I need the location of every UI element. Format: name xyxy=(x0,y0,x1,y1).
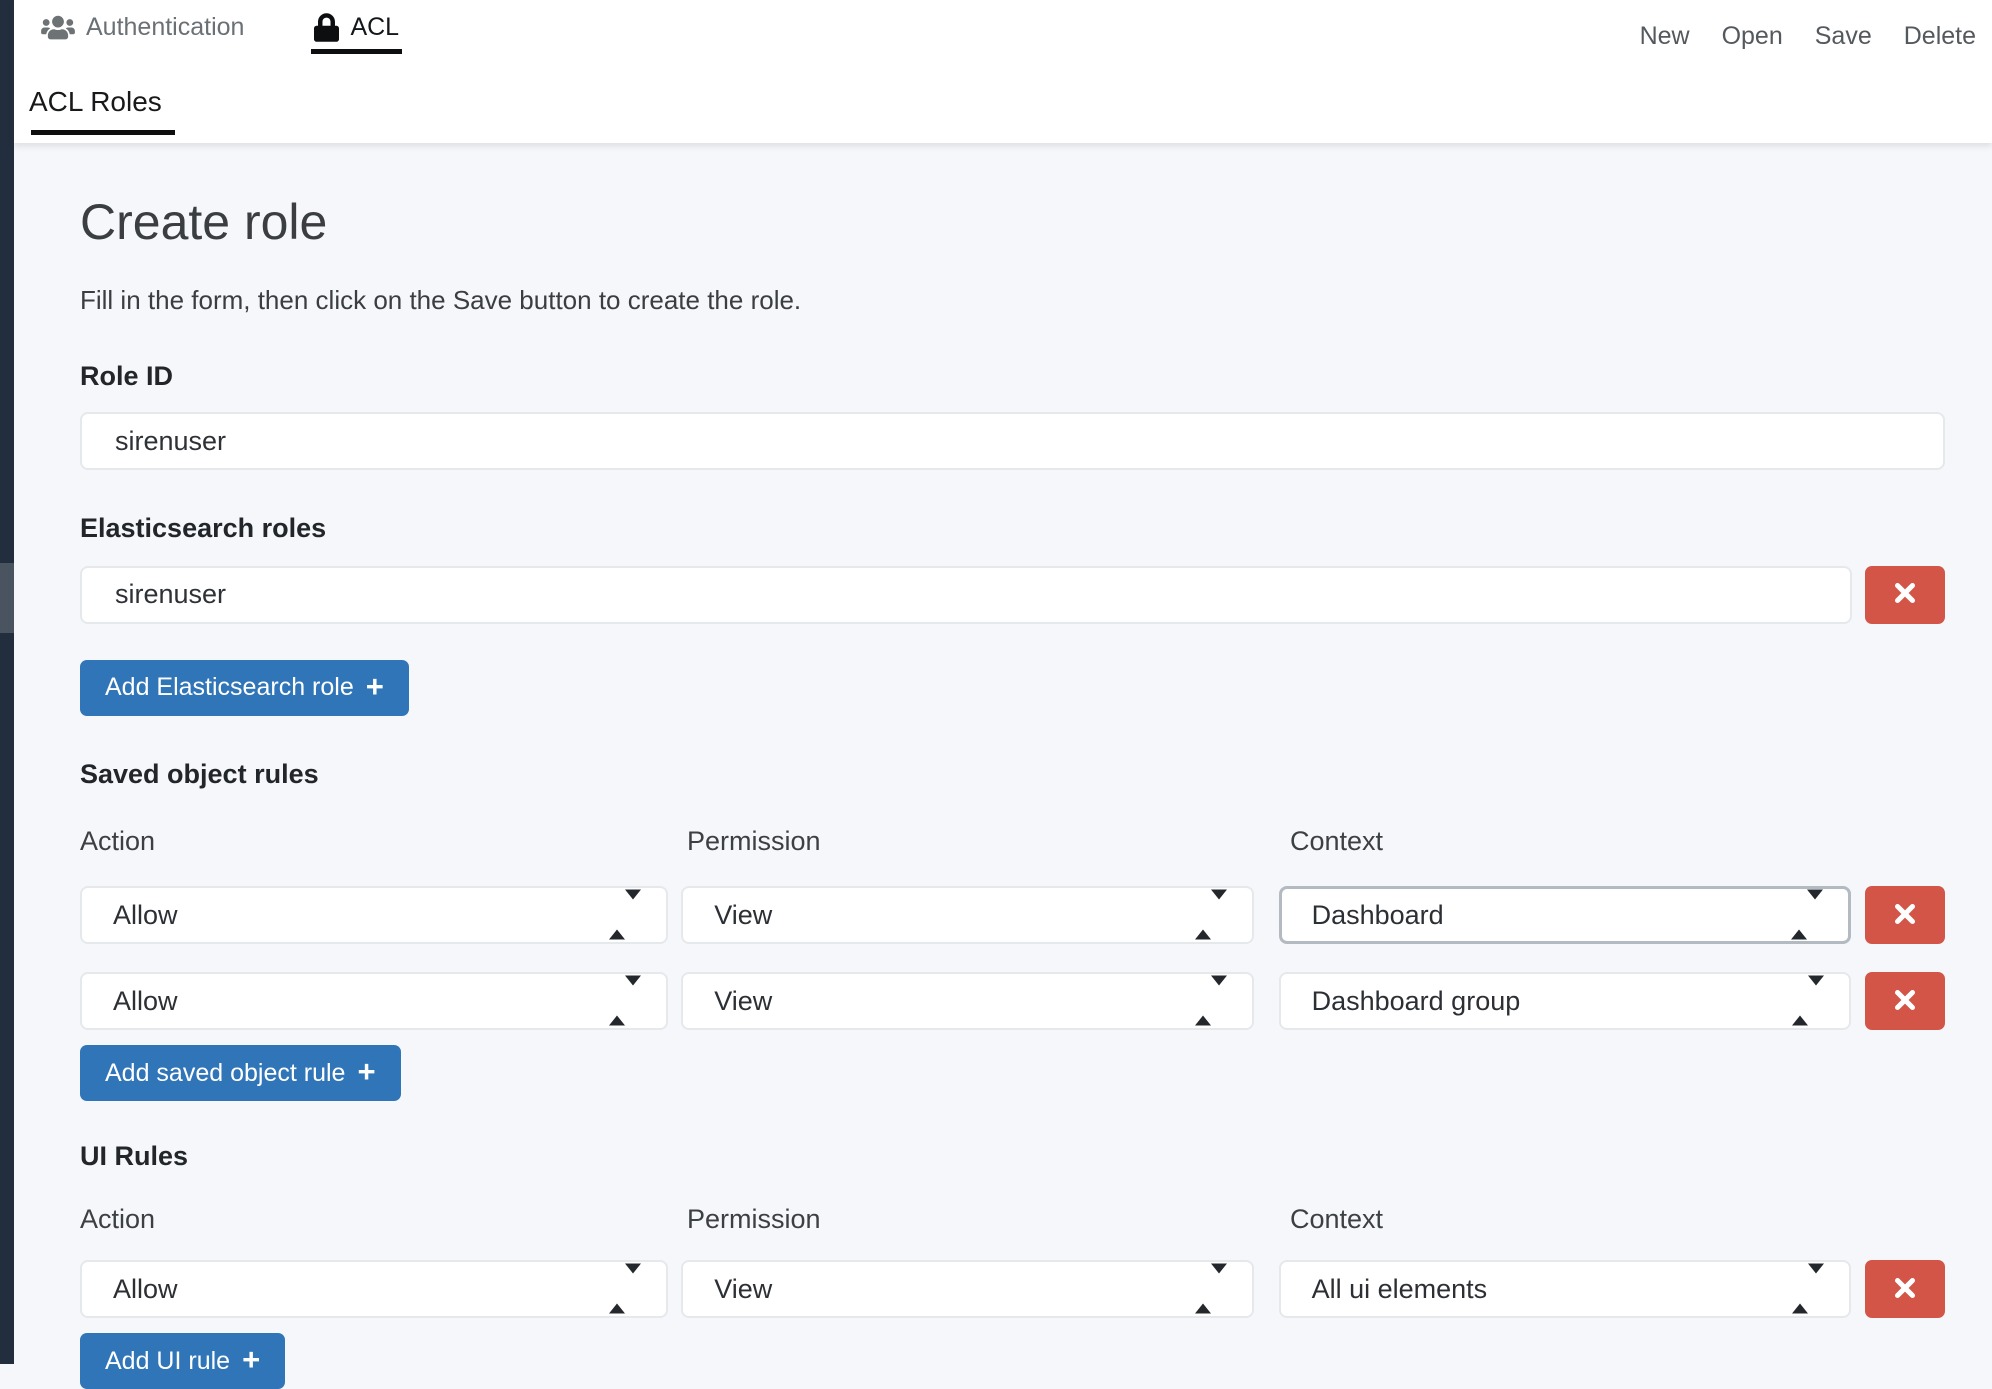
select-value: Allow xyxy=(113,900,178,931)
main-panel: Authentication ACL New Open Save Delete … xyxy=(14,0,1992,1364)
select-value: View xyxy=(714,1274,772,1305)
select-value: Dashboard xyxy=(1312,900,1444,931)
sidebar-scrollbar-thumb[interactable] xyxy=(0,563,14,633)
updown-arrows-icon xyxy=(1195,986,1227,1017)
saved-object-rules-label: Saved object rules xyxy=(80,758,1945,790)
action-select[interactable]: Allow xyxy=(80,1260,668,1318)
x-icon xyxy=(1894,989,1916,1014)
updown-arrows-icon xyxy=(609,986,641,1017)
role-id-input[interactable] xyxy=(80,412,1945,470)
updown-arrows-icon xyxy=(1195,1274,1227,1305)
x-icon xyxy=(1894,582,1916,607)
context-column-label: Context xyxy=(1290,1203,1945,1235)
tab-acl-roles[interactable]: ACL Roles xyxy=(29,86,170,135)
context-select[interactable]: Dashboard xyxy=(1279,886,1851,944)
tab-label: ACL xyxy=(350,13,399,42)
role-id-label: Role ID xyxy=(80,360,1945,392)
x-icon xyxy=(1894,903,1916,928)
updown-arrows-icon xyxy=(609,1274,641,1305)
save-button[interactable]: Save xyxy=(1815,21,1872,51)
button-label: Add UI rule xyxy=(105,1349,230,1374)
tab-authentication[interactable]: Authentication xyxy=(38,0,247,55)
context-column-label: Context xyxy=(1290,825,1945,857)
updown-arrows-icon xyxy=(1792,986,1824,1017)
x-icon xyxy=(1894,1277,1916,1302)
page-title: Create role xyxy=(80,192,1945,252)
users-icon xyxy=(41,14,75,41)
select-value: View xyxy=(714,986,772,1017)
saved-object-rule-row: Allow View Dashboard xyxy=(80,886,1945,944)
saved-object-rules-column-headers: Action Permission Context xyxy=(80,825,1945,857)
delete-button[interactable]: Delete xyxy=(1904,21,1976,51)
permission-select[interactable]: View xyxy=(681,886,1253,944)
context-select[interactable]: All ui elements xyxy=(1279,1260,1851,1318)
ui-rules-column-headers: Action Permission Context xyxy=(80,1203,1945,1235)
open-button[interactable]: Open xyxy=(1722,21,1783,51)
lock-icon xyxy=(314,13,339,42)
select-value: Allow xyxy=(113,1274,178,1305)
add-elasticsearch-role-button[interactable]: Add Elasticsearch role + xyxy=(80,660,409,716)
context-select[interactable]: Dashboard group xyxy=(1279,972,1851,1030)
remove-rule-button[interactable] xyxy=(1865,1260,1945,1318)
updown-arrows-icon xyxy=(1792,1274,1824,1305)
action-column-label: Action xyxy=(80,825,687,857)
updown-arrows-icon xyxy=(1791,900,1823,931)
header-tabs: Authentication ACL New Open Save Delete xyxy=(14,0,1992,55)
tab-acl[interactable]: ACL xyxy=(311,0,402,55)
updown-arrows-icon xyxy=(1195,900,1227,931)
updown-arrows-icon xyxy=(609,900,641,931)
button-label: Add saved object rule xyxy=(105,1061,345,1086)
saved-object-rule-row: Allow View Dashboard group xyxy=(80,972,1945,1030)
remove-rule-button[interactable] xyxy=(1865,972,1945,1030)
button-label: Add Elasticsearch role xyxy=(105,675,354,700)
select-value: Allow xyxy=(113,986,178,1017)
subtabs: ACL Roles xyxy=(14,55,1992,135)
add-ui-rule-button[interactable]: Add UI rule + xyxy=(80,1333,285,1389)
tab-label: Authentication xyxy=(86,13,244,42)
select-value: View xyxy=(714,900,772,931)
add-saved-object-rule-button[interactable]: Add saved object rule + xyxy=(80,1045,401,1101)
elasticsearch-role-row xyxy=(80,566,1945,624)
remove-rule-button[interactable] xyxy=(1865,886,1945,944)
action-column-label: Action xyxy=(80,1203,687,1235)
header-actions: New Open Save Delete xyxy=(1640,0,1992,55)
create-role-page: Create role Fill in the form, then click… xyxy=(14,143,1992,1389)
ui-rule-row: Allow View All ui elements xyxy=(80,1260,1945,1318)
elasticsearch-role-input[interactable] xyxy=(80,566,1852,624)
permission-column-label: Permission xyxy=(687,825,1290,857)
select-value: All ui elements xyxy=(1312,1274,1488,1305)
select-value: Dashboard group xyxy=(1312,986,1521,1017)
action-select[interactable]: Allow xyxy=(80,972,668,1030)
ui-rules-label: UI Rules xyxy=(80,1140,1945,1172)
elasticsearch-roles-label: Elasticsearch roles xyxy=(80,512,1945,544)
new-button[interactable]: New xyxy=(1640,21,1690,51)
permission-column-label: Permission xyxy=(687,1203,1290,1235)
remove-elasticsearch-role-button[interactable] xyxy=(1865,566,1945,624)
permission-select[interactable]: View xyxy=(681,972,1253,1030)
permission-select[interactable]: View xyxy=(681,1260,1253,1318)
page-description: Fill in the form, then click on the Save… xyxy=(80,284,1945,318)
collapsed-sidebar[interactable] xyxy=(0,0,14,1364)
header: Authentication ACL New Open Save Delete … xyxy=(14,0,1992,143)
action-select[interactable]: Allow xyxy=(80,886,668,944)
app-window: Authentication ACL New Open Save Delete … xyxy=(0,0,1992,1364)
